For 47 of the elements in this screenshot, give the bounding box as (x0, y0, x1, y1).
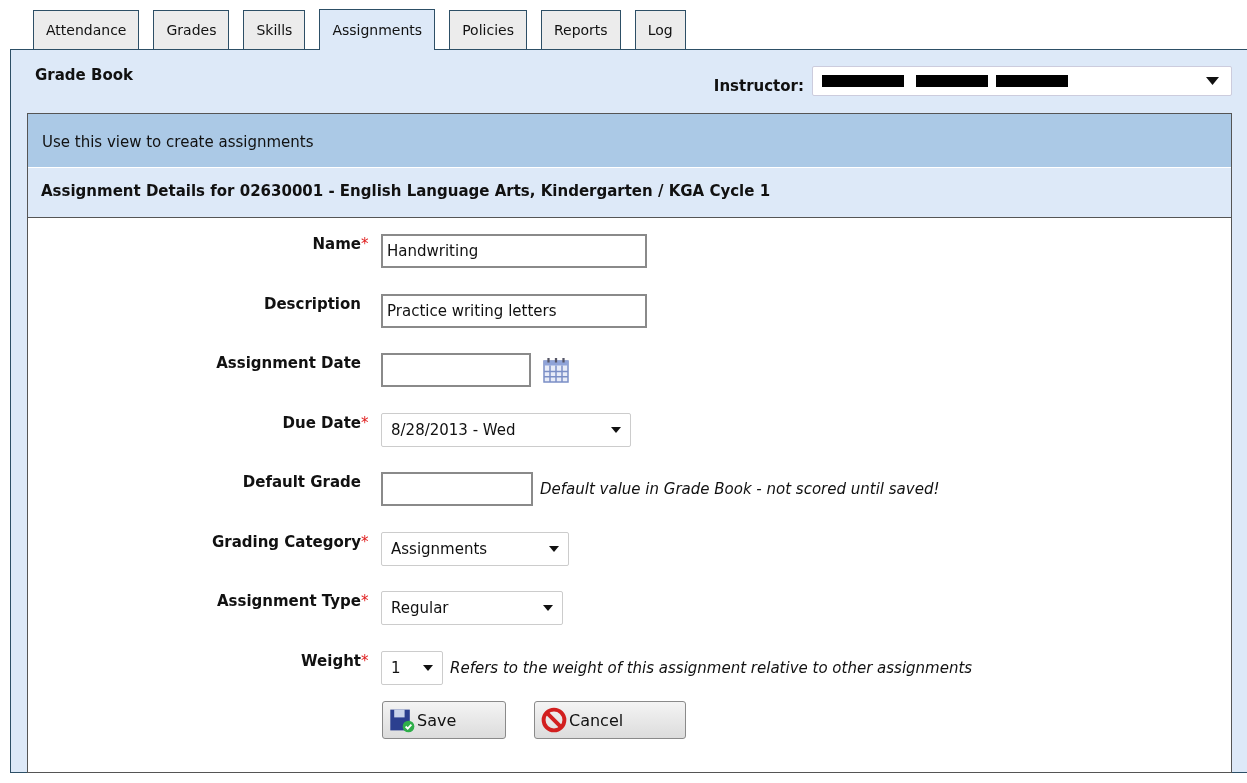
field-label: Grading Category (211, 532, 361, 551)
tab[interactable]: Assignments (319, 9, 436, 50)
dropdown[interactable]: 8/28/2013 - Wed (381, 412, 631, 447)
input-field[interactable]: Practice writing letters (381, 293, 647, 328)
info-bar: Use this view to create assignments (28, 114, 1231, 168)
tab[interactable]: Attendance (33, 10, 140, 49)
save-button[interactable]: Save (382, 701, 506, 739)
instructor-label: Instructor: (713, 76, 804, 95)
page-title: Grade Book (34, 65, 133, 86)
dropdown[interactable]: 1 (381, 650, 443, 685)
tab[interactable]: Skills (243, 10, 306, 49)
required-mark: * (361, 413, 370, 432)
field-label: Assignment Type (216, 592, 361, 610)
redaction-bar (916, 75, 988, 87)
field-label: Description (263, 294, 361, 313)
field-label: Default Grade (242, 473, 361, 491)
caret-icon (1206, 77, 1219, 85)
section-title: Assignment Details for 02630001 - English Language Arts, Kindergarten / KGA Cycle 1 (28, 168, 1231, 218)
required-mark: * (361, 592, 370, 610)
required-mark: * (361, 532, 370, 551)
hint-text: Refers to the weight of this assignment relative to other assignments (450, 657, 973, 679)
caret-icon (423, 664, 433, 671)
field-label: Assignment Date (216, 354, 361, 372)
field-label: Weight (301, 651, 361, 670)
field-label: Due Date (282, 413, 361, 432)
redaction-bar (996, 75, 1068, 87)
cancel-button[interactable]: Cancel (534, 701, 686, 739)
dropdown[interactable]: Assignments (381, 531, 569, 566)
input-field[interactable]: Handwriting (381, 234, 647, 268)
tab[interactable]: Reports (540, 10, 621, 49)
instructor-select[interactable] (812, 66, 1232, 96)
calendar-icon[interactable] (541, 355, 571, 385)
required-mark: * (361, 651, 370, 670)
floppy-disk-icon (389, 707, 415, 733)
date-field[interactable] (381, 353, 531, 387)
dropdown[interactable]: Regular (381, 591, 563, 625)
hint-text: Default value in Grade Book - not scored until saved! (540, 479, 940, 500)
no-entry-icon (541, 707, 567, 733)
caret-icon (549, 545, 559, 552)
input-field[interactable] (381, 472, 533, 506)
tab[interactable]: Policies (449, 10, 527, 49)
tab[interactable]: Grades (153, 10, 230, 49)
field-label: Name (312, 235, 361, 253)
tab[interactable]: Log (634, 10, 686, 49)
caret-icon (543, 605, 553, 611)
required-mark: * (361, 235, 370, 253)
caret-icon (611, 426, 621, 433)
